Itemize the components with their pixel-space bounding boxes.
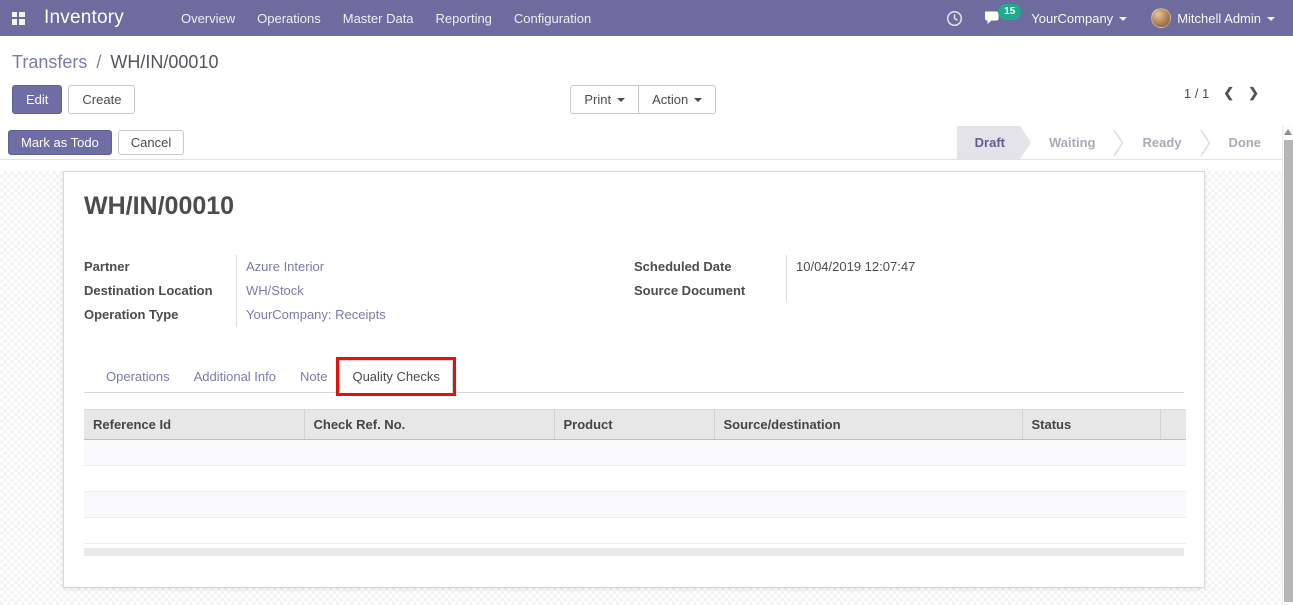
status-step-done[interactable]: Done [1211,126,1280,159]
top-navbar: Inventory Overview Operations Master Dat… [0,0,1293,36]
status-step-draft[interactable]: Draft [957,126,1031,159]
column-header-source-destination[interactable]: Source/destination [714,410,1022,440]
control-panel: Transfers / WH/IN/00010 Edit Create Prin… [0,36,1293,126]
field-value-scheduled-date: 10/04/2019 12:07:47 [786,255,1184,279]
field-label-destination-location: Destination Location [84,279,236,303]
tab-operations[interactable]: Operations [94,361,182,392]
mark-as-todo-button[interactable]: Mark as Todo [8,130,112,155]
pager: 1 / 1 ❮ ❯ [1184,85,1281,101]
arrow-up-icon [1284,129,1292,135]
menu-overview[interactable]: Overview [170,0,246,36]
menu-configuration[interactable]: Configuration [503,0,602,36]
scrollbar-thumb[interactable] [1284,140,1293,602]
table-empty-row[interactable] [84,492,1186,518]
tab-note[interactable]: Note [288,361,339,392]
messages-button[interactable]: 15 [973,0,1019,36]
field-value-partner[interactable]: Azure Interior [236,255,634,279]
vertical-scrollbar[interactable] [1282,125,1293,605]
scroll-up-button[interactable] [1283,125,1293,139]
step-separator-icon [1200,126,1211,159]
menu-master-data[interactable]: Master Data [332,0,425,36]
pager-value: 1 / 1 [1184,86,1209,101]
column-header-extra [1160,410,1186,440]
field-label-scheduled-date: Scheduled Date [634,255,786,279]
messages-count-badge: 15 [998,4,1021,20]
notebook-tabs: Operations Additional Info Note Quality … [84,360,1184,393]
apps-grid-icon [12,12,25,25]
field-source-document: Source Document [634,279,1184,303]
field-group-left: Partner Azure Interior Destination Locat… [84,255,634,327]
breadcrumb: Transfers / WH/IN/00010 [12,52,1281,73]
print-dropdown-button[interactable]: Print [570,85,639,114]
clock-icon [946,10,963,27]
column-header-check-ref-no[interactable]: Check Ref. No. [304,410,554,440]
caret-down-icon [617,98,625,102]
quality-checks-table: Reference Id Check Ref. No. Product Sour… [84,409,1186,544]
form-view-content: WH/IN/00010 Partner Azure Interior Desti… [0,171,1293,605]
user-menu[interactable]: Mitchell Admin [1139,0,1293,36]
form-statusbar: Mark as Todo Cancel Draft Waiting Ready … [0,126,1293,160]
tab-quality-checks[interactable]: Quality Checks [339,360,452,393]
user-name: Mitchell Admin [1177,11,1261,26]
caret-down-icon [694,98,702,102]
pager-previous-button[interactable]: ❮ [1223,85,1234,101]
column-header-status[interactable]: Status [1022,410,1160,440]
tab-additional-info[interactable]: Additional Info [182,361,288,392]
step-separator-icon [1113,126,1124,159]
table-empty-row[interactable] [84,518,1186,544]
field-label-partner: Partner [84,255,236,279]
status-step-waiting[interactable]: Waiting [1031,126,1113,159]
table-empty-row[interactable] [84,440,1186,466]
column-header-reference-id[interactable]: Reference Id [84,410,304,440]
app-title[interactable]: Inventory [44,7,124,29]
record-title: WH/IN/00010 [84,192,1184,221]
caret-down-icon [1267,17,1275,21]
status-steps: Draft Waiting Ready Done [957,126,1293,159]
cancel-button[interactable]: Cancel [118,130,184,155]
caret-down-icon [1119,17,1127,21]
control-panel-buttons: Edit Create Print Action 1 / 1 ❮ ❯ [12,85,1281,126]
field-scheduled-date: Scheduled Date 10/04/2019 12:07:47 [634,255,1184,279]
breadcrumb-transfers-link[interactable]: Transfers [12,52,87,72]
form-sheet: WH/IN/00010 Partner Azure Interior Desti… [63,171,1205,588]
table-empty-row[interactable] [84,466,1186,492]
pager-next-button[interactable]: ❯ [1248,85,1259,101]
field-value-destination-location[interactable]: WH/Stock [236,279,634,303]
field-label-operation-type: Operation Type [84,303,236,327]
menu-reporting[interactable]: Reporting [425,0,503,36]
field-label-source-document: Source Document [634,279,786,303]
edit-button[interactable]: Edit [12,85,62,114]
menu-operations[interactable]: Operations [246,0,332,36]
company-name: YourCompany [1031,11,1113,26]
status-step-ready[interactable]: Ready [1124,126,1199,159]
column-header-product[interactable]: Product [554,410,714,440]
user-avatar [1151,8,1171,28]
field-partner: Partner Azure Interior [84,255,634,279]
field-value-operation-type[interactable]: YourCompany: Receipts [236,303,634,327]
table-header-row: Reference Id Check Ref. No. Product Sour… [84,410,1186,440]
field-operation-type: Operation Type YourCompany: Receipts [84,303,634,327]
create-button[interactable]: Create [68,85,135,114]
field-value-source-document [786,279,1184,303]
field-groups: Partner Azure Interior Destination Locat… [84,255,1184,327]
field-destination-location: Destination Location WH/Stock [84,279,634,303]
systray: 15 YourCompany Mitchell Admin [936,0,1293,36]
action-dropdown-button[interactable]: Action [638,85,716,114]
field-group-right: Scheduled Date 10/04/2019 12:07:47 Sourc… [634,255,1184,327]
apps-menu-button[interactable] [0,0,36,36]
action-button-group: Print Action [570,85,716,114]
breadcrumb-separator: / [96,52,101,72]
breadcrumb-current: WH/IN/00010 [110,52,218,72]
activities-button[interactable] [936,0,973,36]
table-footer-bar [84,548,1184,556]
company-switcher[interactable]: YourCompany [1019,0,1139,36]
main-menu: Overview Operations Master Data Reportin… [170,0,602,36]
